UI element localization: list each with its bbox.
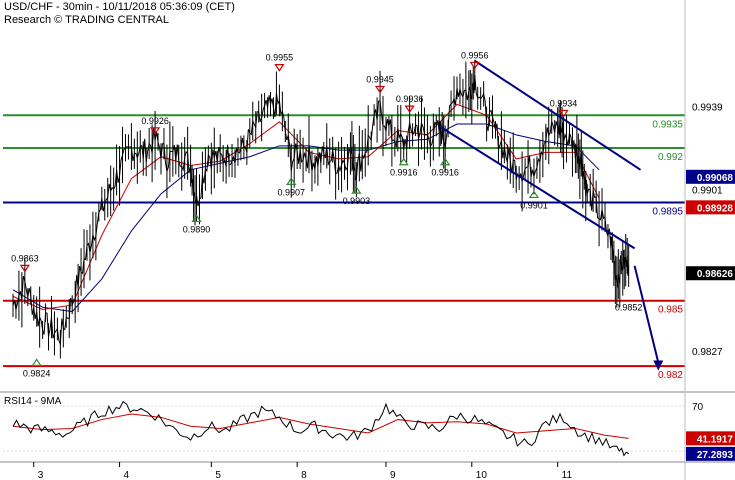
projection-arrow-line (633, 265, 660, 363)
level-label-2: 0.9895 (652, 207, 683, 218)
rsi-tag-label-0: 41.1917 (697, 434, 734, 445)
rsi-axis-tick-0: 70 (692, 402, 704, 413)
date-tick-label-6: 11 (562, 470, 573, 480)
chart-canvas: 0.9935 0.992 0.9895 0.985 0.982 0.9863 0.9824 0… (0, 0, 735, 480)
rsi-line (12, 400, 629, 457)
date-tick-label-3: 8 (301, 470, 307, 480)
trough-label-6: 0.9903 (343, 196, 371, 206)
trough-marker-1 (31, 358, 42, 367)
level-label-1: 0.992 (658, 152, 683, 163)
peak-label-0: 0.9863 (11, 253, 39, 263)
date-tick-label-0: 3 (38, 470, 44, 480)
level-label-0: 0.9935 (652, 119, 683, 130)
price-tag-label-1: 0.98928 (697, 203, 734, 214)
date-tick-label-2: 5 (215, 470, 221, 480)
trough-label-10: 0.9916 (431, 168, 459, 178)
low-label-14: 0.9852 (615, 302, 643, 312)
peak-label-2: 0.9926 (141, 116, 169, 126)
trough-marker-12 (528, 190, 540, 199)
trough-label-3: 0.9890 (183, 224, 211, 234)
level-label-3: 0.985 (658, 305, 683, 316)
rsi-panel: RSI14 - 9MA (3, 396, 685, 457)
peak-label-11: 0.9956 (461, 50, 489, 60)
peak-marker-4 (274, 64, 285, 72)
price-axis-tick-0: 0.9939 (692, 103, 723, 114)
trough-label-9: 0.9916 (390, 168, 418, 178)
rsi-tag-label-1: 27.2893 (697, 450, 734, 461)
trough-label-1: 0.9824 (23, 368, 51, 378)
price-tag-label-0: 0.99068 (697, 173, 734, 184)
peak-label-7: 0.9945 (366, 74, 394, 84)
date-tick-label-1: 4 (124, 470, 130, 480)
price-axis-tick-1: 0.9901 (692, 185, 723, 196)
date-tick-label-4: 9 (390, 470, 396, 480)
trough-label-12: 0.9901 (520, 200, 548, 210)
peak-label-13: 0.9934 (550, 98, 578, 108)
rsi-ma-line (12, 413, 629, 439)
price-panel: 0.9935 0.992 0.9895 0.985 0.982 0.9863 0.9824 0… (3, 50, 685, 381)
chart-title: USD/CHF - 30min - 10/11/2018 05:36:09 (C… (4, 1, 235, 13)
date-tick-label-5: 10 (476, 470, 488, 480)
price-tag-label-2: 0.98626 (697, 269, 734, 280)
price-axis-tick-2: 0.9827 (692, 347, 723, 358)
peak-label-8: 0.9936 (396, 94, 424, 104)
peak-label-4: 0.9955 (266, 53, 294, 63)
rsi-label: RSI14 - 9MA (4, 396, 62, 407)
chart-subtitle: Research © TRADING CENTRAL (4, 14, 169, 26)
trough-label-5: 0.9907 (277, 187, 305, 197)
level-label-4: 0.982 (658, 370, 683, 381)
channel-lower-line (438, 125, 636, 250)
